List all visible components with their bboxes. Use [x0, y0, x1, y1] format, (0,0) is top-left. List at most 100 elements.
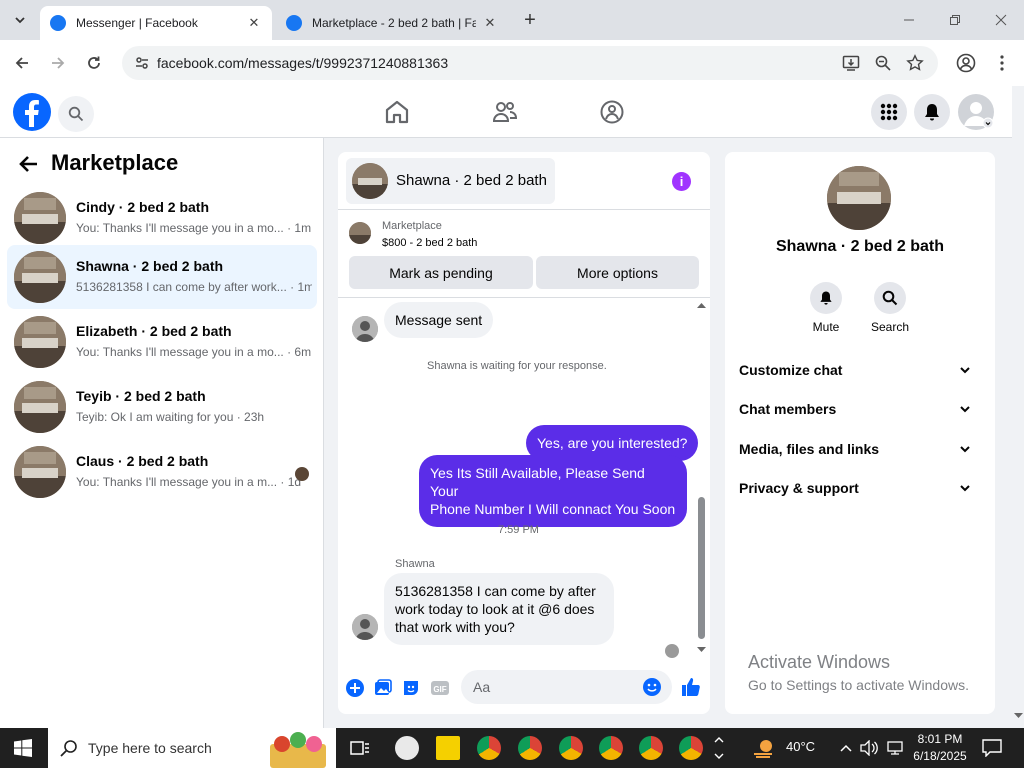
gif-icon[interactable]: GIF — [430, 678, 450, 698]
listing-thumbnail — [349, 222, 371, 244]
back-button[interactable] — [10, 51, 34, 75]
install-app-icon[interactable] — [842, 54, 860, 72]
conversation-item[interactable]: Shawna · 2 bed 2 bath 5136281358 I can c… — [7, 245, 317, 309]
listing-thumbnail — [14, 192, 66, 244]
scroll-down-icon[interactable] — [697, 646, 706, 653]
reload-button[interactable] — [82, 51, 106, 75]
search-label: Search — [870, 320, 910, 334]
marketplace-listing-bar: Marketplace $800 - 2 bed 2 bath Mark as … — [338, 209, 710, 298]
close-tab-icon[interactable]: ✕ — [482, 15, 498, 31]
more-options-button[interactable]: More options — [536, 256, 699, 289]
close-window-button[interactable] — [978, 0, 1024, 40]
weather-icon[interactable] — [752, 736, 776, 760]
account-avatar[interactable] — [958, 94, 994, 130]
bell-icon — [925, 104, 939, 121]
conversation-item[interactable]: Elizabeth · 2 bed 2 bath You: Thanks I'l… — [7, 310, 317, 374]
facebook-logo-icon[interactable] — [13, 93, 51, 131]
system-note: Shawna is waiting for your response. — [427, 360, 607, 372]
tab-marketplace[interactable]: Marketplace - 2 bed 2 bath | Fa ✕ — [276, 6, 508, 40]
windows-taskbar: Type here to search 40°C 8:01 PM 6/18/20… — [0, 728, 1024, 768]
thumbs-up-icon[interactable] — [680, 676, 702, 698]
add-attachment-icon[interactable] — [345, 678, 365, 698]
tab-search-button[interactable] — [8, 8, 32, 32]
new-tab-button[interactable]: + — [520, 9, 540, 31]
notifications-button[interactable] — [914, 94, 950, 130]
weather-temperature[interactable]: 40°C — [786, 739, 815, 754]
search-in-chat-button[interactable]: Search — [860, 282, 920, 334]
start-button[interactable] — [14, 739, 32, 757]
info-icon[interactable]: i — [672, 172, 691, 191]
chat-header-button[interactable]: Shawna · 2 bed 2 bath — [346, 158, 555, 204]
message-scrollbar[interactable] — [697, 302, 706, 653]
scroll-up-icon[interactable] — [697, 302, 706, 309]
chrome-profile-icon[interactable] — [639, 736, 663, 760]
chrome-icon[interactable] — [477, 736, 501, 760]
conversation-item[interactable]: Claus · 2 bed 2 bath You: Thanks I'll me… — [7, 440, 317, 504]
section-label: Privacy & support — [739, 480, 859, 496]
tab-messenger[interactable]: Messenger | Facebook ✕ — [40, 6, 272, 40]
home-nav[interactable] — [383, 98, 411, 126]
menu-grid-button[interactable] — [871, 94, 907, 130]
chevron-down-icon — [960, 367, 970, 374]
mute-button[interactable]: Mute — [796, 282, 856, 334]
chrome-profile-icon[interactable] — [599, 736, 623, 760]
page-scrollbar[interactable] — [1012, 86, 1024, 728]
listing-thumbnail — [14, 316, 66, 368]
system-clock[interactable]: 8:01 PM 6/18/2025 — [910, 731, 970, 765]
minimize-button[interactable] — [886, 0, 932, 40]
chrome-profile-icon[interactable] — [518, 736, 542, 760]
conversation-item[interactable]: Cindy · 2 bed 2 bath You: Thanks I'll me… — [7, 186, 317, 250]
groups-icon — [600, 100, 624, 124]
media-files-links-section[interactable]: Media, files and links — [739, 435, 985, 463]
address-bar[interactable]: facebook.com/messages/t/9992371240881363 — [122, 46, 938, 80]
conversation-item[interactable]: Teyib · 2 bed 2 bath Teyib: Ok I am wait… — [7, 375, 317, 439]
grid-menu-icon — [880, 103, 898, 121]
chrome-profile-icon[interactable] — [679, 736, 703, 760]
message-input[interactable]: Aa — [461, 670, 672, 704]
conversation-details-panel: Shawna · 2 bed 2 bath Mute Search Custom… — [725, 152, 995, 714]
task-view-icon[interactable] — [348, 736, 372, 760]
bookmark-star-icon[interactable] — [906, 54, 924, 72]
watermark-subtitle: Go to Settings to activate Windows. — [748, 677, 969, 693]
back-arrow-button[interactable] — [18, 153, 40, 175]
volume-icon[interactable] — [860, 740, 878, 756]
scroll-down-icon[interactable] — [1014, 712, 1023, 719]
listing-thumbnail — [14, 251, 66, 303]
sticker-icon[interactable] — [401, 678, 421, 698]
taskbar-overflow-arrows[interactable] — [712, 730, 726, 766]
listing-thumbnail — [14, 381, 66, 433]
notification-center-icon[interactable] — [982, 739, 1002, 757]
restore-button[interactable] — [932, 0, 978, 40]
scrollbar-thumb[interactable] — [698, 497, 705, 639]
photo-icon[interactable] — [373, 678, 393, 698]
network-icon[interactable] — [886, 740, 904, 756]
mark-as-pending-button[interactable]: Mark as pending — [349, 256, 533, 289]
restore-icon — [950, 15, 960, 25]
groups-nav[interactable] — [598, 98, 626, 126]
conversation-name: Claus · 2 bed 2 bath — [76, 453, 209, 469]
sender-name: Shawna — [395, 558, 435, 570]
listing-avatar — [827, 166, 891, 230]
taskbar-search[interactable]: Type here to search — [48, 728, 336, 768]
site-info-icon[interactable] — [134, 55, 150, 71]
bell-icon — [810, 282, 842, 314]
customize-chat-section[interactable]: Customize chat — [739, 356, 985, 384]
section-label: Media, files and links — [739, 441, 880, 457]
chrome-profile-icon[interactable] — [559, 736, 583, 760]
forward-button[interactable] — [46, 51, 70, 75]
show-hidden-icons-icon[interactable] — [838, 740, 854, 756]
chat-members-section[interactable]: Chat members — [739, 395, 985, 423]
friends-nav[interactable] — [491, 98, 519, 126]
facebook-search-button[interactable] — [58, 96, 94, 132]
profile-button[interactable] — [954, 51, 978, 75]
browser-menu-button[interactable] — [990, 51, 1014, 75]
close-tab-icon[interactable]: ✕ — [246, 15, 262, 31]
paint-app-icon[interactable] — [395, 736, 419, 760]
privacy-support-section[interactable]: Privacy & support — [739, 474, 985, 502]
zoom-icon[interactable] — [874, 54, 892, 72]
emoji-icon[interactable] — [642, 677, 662, 697]
listing-price-title[interactable]: $800 - 2 bed 2 bath — [382, 237, 477, 249]
chat-header-avatar — [352, 163, 388, 199]
conversation-snippet: You: Thanks I'll message you in a m... ·… — [76, 475, 302, 489]
sticky-notes-icon[interactable] — [436, 736, 460, 760]
